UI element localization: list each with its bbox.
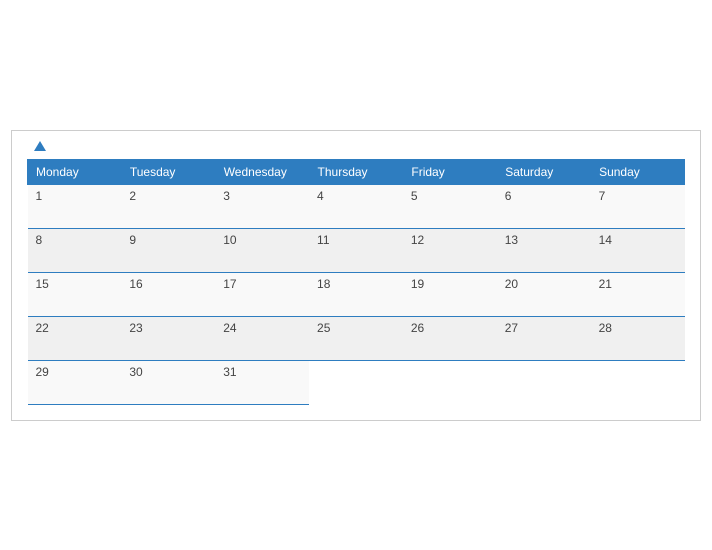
day-cell: 9 — [121, 228, 215, 272]
day-cell: 5 — [403, 184, 497, 228]
day-cell: 28 — [591, 316, 685, 360]
day-cell: 25 — [309, 316, 403, 360]
day-cell: 3 — [215, 184, 309, 228]
day-cell: 23 — [121, 316, 215, 360]
day-cell: 30 — [121, 360, 215, 404]
week-row-1: 1 2 3 4 5 6 7 — [28, 184, 685, 228]
day-cell: 22 — [28, 316, 122, 360]
day-number: 31 — [223, 365, 236, 379]
day-cell: 17 — [215, 272, 309, 316]
day-number: 23 — [129, 321, 142, 335]
day-cell: 12 — [403, 228, 497, 272]
day-cell: 18 — [309, 272, 403, 316]
day-number: 16 — [129, 277, 142, 291]
day-number: 27 — [505, 321, 518, 335]
day-number: 9 — [129, 233, 136, 247]
day-cell: 24 — [215, 316, 309, 360]
day-cell: 20 — [497, 272, 591, 316]
week-row-2: 8 9 10 11 12 13 14 — [28, 228, 685, 272]
weekday-header-row: MondayTuesdayWednesdayThursdayFridaySatu… — [28, 159, 685, 184]
day-number: 10 — [223, 233, 236, 247]
weekday-header-thursday: Thursday — [309, 159, 403, 184]
week-row-3: 15 16 17 18 19 20 21 — [28, 272, 685, 316]
day-cell: 29 — [28, 360, 122, 404]
day-cell: 21 — [591, 272, 685, 316]
day-number: 28 — [599, 321, 612, 335]
day-cell: 27 — [497, 316, 591, 360]
week-row-5: 29 30 31 — [28, 360, 685, 404]
day-number: 18 — [317, 277, 330, 291]
day-number: 5 — [411, 189, 418, 203]
calendar-grid: MondayTuesdayWednesdayThursdayFridaySatu… — [27, 159, 685, 405]
day-number: 12 — [411, 233, 424, 247]
calendar-container: MondayTuesdayWednesdayThursdayFridaySatu… — [11, 130, 701, 421]
weekday-header-friday: Friday — [403, 159, 497, 184]
day-number: 13 — [505, 233, 518, 247]
weekday-header-tuesday: Tuesday — [121, 159, 215, 184]
day-cell — [497, 360, 591, 404]
day-number: 24 — [223, 321, 236, 335]
day-cell: 10 — [215, 228, 309, 272]
day-number: 20 — [505, 277, 518, 291]
calendar-header — [27, 141, 685, 151]
day-number: 3 — [223, 189, 230, 203]
day-number: 17 — [223, 277, 236, 291]
day-number: 11 — [317, 233, 329, 247]
day-number: 29 — [36, 365, 49, 379]
day-number: 6 — [505, 189, 512, 203]
day-cell: 8 — [28, 228, 122, 272]
day-cell: 1 — [28, 184, 122, 228]
day-cell: 19 — [403, 272, 497, 316]
week-row-4: 22 23 24 25 26 27 28 — [28, 316, 685, 360]
logo-triangle-icon — [34, 141, 46, 151]
day-cell: 16 — [121, 272, 215, 316]
weekday-header-monday: Monday — [28, 159, 122, 184]
day-cell: 4 — [309, 184, 403, 228]
day-number: 2 — [129, 189, 136, 203]
day-number: 26 — [411, 321, 424, 335]
day-number: 1 — [36, 189, 43, 203]
day-cell — [403, 360, 497, 404]
day-cell — [591, 360, 685, 404]
day-number: 22 — [36, 321, 49, 335]
logo — [32, 141, 46, 151]
weekday-header-wednesday: Wednesday — [215, 159, 309, 184]
day-cell: 26 — [403, 316, 497, 360]
day-number: 14 — [599, 233, 612, 247]
day-number: 19 — [411, 277, 424, 291]
day-number: 15 — [36, 277, 49, 291]
day-cell — [309, 360, 403, 404]
day-number: 30 — [129, 365, 142, 379]
day-cell: 14 — [591, 228, 685, 272]
weekday-header-saturday: Saturday — [497, 159, 591, 184]
day-cell: 13 — [497, 228, 591, 272]
day-number: 7 — [599, 189, 606, 203]
day-cell: 2 — [121, 184, 215, 228]
day-cell: 31 — [215, 360, 309, 404]
day-cell: 6 — [497, 184, 591, 228]
weekday-header-sunday: Sunday — [591, 159, 685, 184]
day-cell: 7 — [591, 184, 685, 228]
day-number: 8 — [36, 233, 43, 247]
day-number: 25 — [317, 321, 330, 335]
day-cell: 11 — [309, 228, 403, 272]
day-number: 4 — [317, 189, 324, 203]
day-number: 21 — [599, 277, 612, 291]
day-cell: 15 — [28, 272, 122, 316]
